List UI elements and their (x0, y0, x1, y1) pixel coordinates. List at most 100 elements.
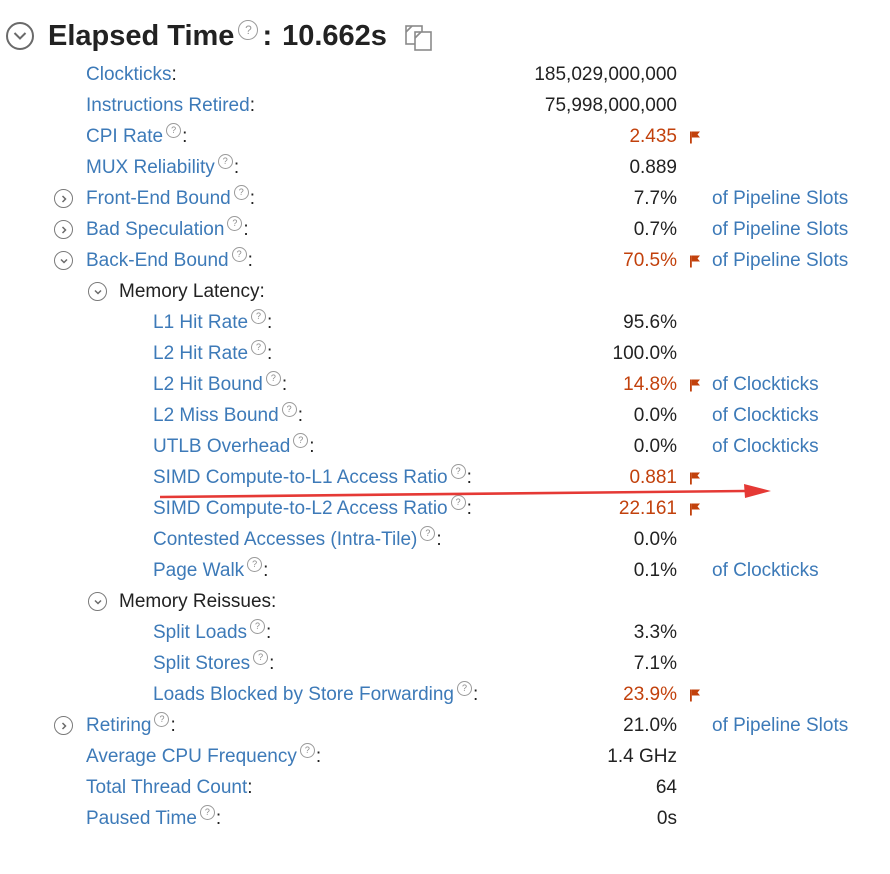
label-colon: : (233, 157, 240, 178)
metric-row-bad-speculation: Bad Speculation?: 0.7% of Pipeline Slots (0, 214, 890, 245)
help-icon[interactable]: ? (420, 526, 436, 541)
metric-unit-link[interactable]: of Pipeline Slots (712, 183, 848, 214)
help-icon[interactable]: ? (154, 712, 170, 727)
help-icon[interactable]: ? (251, 309, 267, 324)
help-icon[interactable]: ? (238, 20, 259, 40)
help-icon[interactable]: ? (199, 805, 215, 820)
expand-toggle[interactable] (54, 220, 73, 239)
metric-label: Clockticks: (86, 59, 177, 90)
help-icon[interactable]: ? (293, 433, 309, 448)
metric-unit-link[interactable]: of Clockticks (712, 369, 819, 400)
metric-row-cpi-rate: CPI Rate?: 2.435 (0, 121, 890, 152)
metric-value: 64 (655, 777, 677, 798)
metric-name[interactable]: Front-End Bound (86, 188, 231, 209)
help-icon[interactable]: ? (166, 123, 182, 138)
metric-name[interactable]: Split Loads (153, 622, 247, 643)
copy-icon[interactable] (403, 23, 437, 53)
collapse-toggle-chevron-down-icon[interactable] (6, 22, 34, 50)
metric-label: SIMD Compute-to-L2 Access Ratio?: (153, 493, 472, 524)
metric-value: 185,029,000,000 (534, 64, 677, 85)
metric-row-simd-l2: SIMD Compute-to-L2 Access Ratio?: 22.161 (0, 493, 890, 524)
metric-name[interactable]: UTLB Overhead (153, 436, 290, 457)
collapse-toggle[interactable] (88, 592, 107, 611)
metric-label: Memory Reissues: (119, 586, 276, 617)
help-icon[interactable]: ? (450, 464, 466, 479)
metric-row-instructions-retired: Instructions Retired: 75,998,000,000 (0, 90, 890, 121)
metric-value: 3.3% (633, 622, 677, 643)
metric-name[interactable]: Paused Time (86, 808, 197, 829)
help-icon[interactable]: ? (253, 650, 269, 665)
metric-label: L2 Hit Bound?: (153, 369, 287, 400)
help-icon[interactable]: ? (217, 154, 233, 169)
metric-value: 0.0% (633, 529, 677, 550)
label-colon: : (315, 746, 322, 767)
metric-name[interactable]: Split Stores (153, 653, 250, 674)
metric-name: Memory Latency (119, 281, 260, 302)
metric-value: 0.881 (629, 467, 677, 488)
metric-row-page-walk: Page Walk?: 0.1% of Clockticks (0, 555, 890, 586)
metric-row-l2-miss-bound: L2 Miss Bound?: 0.0% of Clockticks (0, 400, 890, 431)
metric-name[interactable]: Contested Accesses (Intra-Tile) (153, 529, 417, 550)
label-colon: : (243, 219, 249, 240)
metric-row-mux-reliability: MUX Reliability?: 0.889 (0, 152, 890, 183)
metric-name[interactable]: Bad Speculation (86, 219, 224, 240)
metric-name[interactable]: L1 Hit Rate (153, 312, 248, 333)
expand-toggle[interactable] (54, 189, 73, 208)
chevron-right-icon (61, 225, 67, 234)
metric-name[interactable]: Clockticks (86, 64, 172, 85)
metric-name[interactable]: Back-End Bound (86, 250, 229, 271)
help-icon[interactable]: ? (247, 557, 263, 572)
metric-unit-link[interactable]: of Clockticks (712, 555, 819, 586)
help-icon[interactable]: ? (450, 495, 466, 510)
collapse-toggle[interactable] (88, 282, 107, 301)
flag-icon (690, 503, 700, 516)
label-colon: : (271, 591, 277, 612)
help-icon[interactable]: ? (233, 185, 249, 200)
metric-value: 0s (656, 808, 677, 829)
metric-name[interactable]: CPI Rate (86, 126, 163, 147)
metric-unit-link[interactable]: of Pipeline Slots (712, 710, 848, 741)
label-colon: : (297, 405, 303, 426)
metric-label: Back-End Bound?: (86, 245, 253, 276)
metric-name[interactable]: Instructions Retired (86, 95, 250, 116)
metric-name[interactable]: L2 Miss Bound (153, 405, 279, 426)
metric-name[interactable]: SIMD Compute-to-L2 Access Ratio (153, 498, 448, 519)
help-icon[interactable]: ? (251, 340, 267, 355)
metric-row-loads-blocked: Loads Blocked by Store Forwarding?: 23.9% (0, 679, 890, 710)
metric-name[interactable]: SIMD Compute-to-L1 Access Ratio (153, 467, 448, 488)
label-colon: : (309, 436, 315, 457)
metric-name[interactable]: L2 Hit Bound (153, 374, 263, 395)
metric-value: 14.8% (623, 374, 677, 395)
help-icon[interactable]: ? (227, 216, 243, 231)
metric-row-l2-hit-bound: L2 Hit Bound?: 14.8% of Clockticks (0, 369, 890, 400)
label-colon: : (466, 467, 472, 488)
metric-unit-link[interactable]: of Clockticks (712, 400, 819, 431)
metric-label: CPI Rate?: (86, 121, 187, 152)
metric-unit-link[interactable]: of Pipeline Slots (712, 214, 848, 245)
metric-unit-link[interactable]: of Pipeline Slots (712, 245, 848, 276)
metric-value: 100.0% (612, 343, 677, 364)
metric-value: 1.4 GHz (607, 746, 677, 767)
help-icon[interactable]: ? (265, 371, 281, 386)
chevron-right-icon (61, 721, 67, 730)
help-icon[interactable]: ? (281, 402, 297, 417)
label-colon: : (170, 715, 176, 736)
help-icon[interactable]: ? (299, 743, 315, 758)
metric-name[interactable]: Retiring (86, 715, 151, 736)
metric-row-split-loads: Split Loads?: 3.3% (0, 617, 890, 648)
help-icon[interactable]: ? (231, 247, 247, 262)
metric-name[interactable]: MUX Reliability (86, 157, 215, 178)
metric-unit-link[interactable]: of Clockticks (712, 431, 819, 462)
metric-name[interactable]: Page Walk (153, 560, 244, 581)
metric-name[interactable]: Average CPU Frequency (86, 746, 297, 767)
metric-name[interactable]: Total Thread Count (86, 777, 247, 798)
metric-label: Contested Accesses (Intra-Tile)?: (153, 524, 442, 555)
metric-name[interactable]: L2 Hit Rate (153, 343, 248, 364)
label-colon: : (269, 653, 275, 674)
expand-toggle[interactable] (54, 716, 73, 735)
collapse-toggle[interactable] (54, 251, 73, 270)
metric-name[interactable]: Loads Blocked by Store Forwarding (153, 684, 454, 705)
metric-value: 95.6% (623, 312, 677, 333)
help-icon[interactable]: ? (250, 619, 266, 634)
help-icon[interactable]: ? (457, 681, 472, 696)
